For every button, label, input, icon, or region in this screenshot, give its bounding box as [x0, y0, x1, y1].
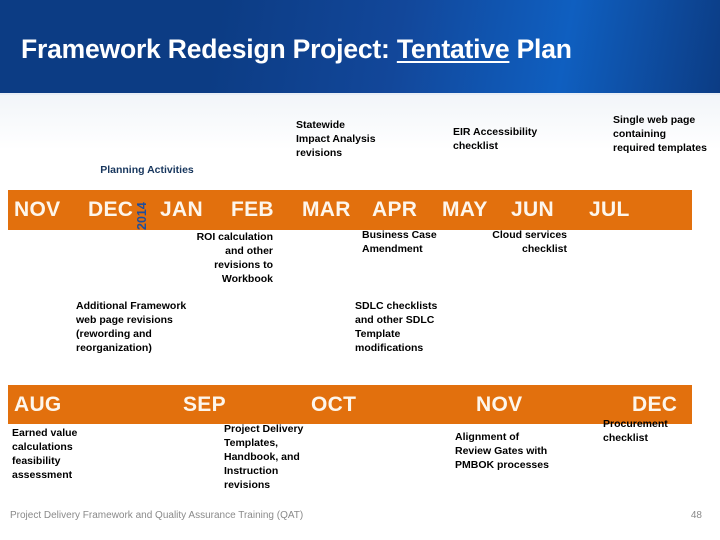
timeline-month-apr[interactable]: APR — [372, 198, 417, 222]
year-marker-2014: 2014 — [135, 202, 149, 230]
timeline-month-jul[interactable]: JUL — [589, 198, 630, 222]
page-title-emphasis: Tentative — [396, 34, 510, 64]
timeline-month-oct[interactable]: OCT — [311, 393, 356, 417]
note-alignment-review-gates-pmbok: Alignment of Review Gates with PMBOK pro… — [455, 431, 549, 471]
timeline-month-jun[interactable]: JUN — [511, 198, 554, 222]
timeline-month-dec[interactable]: DEC — [88, 198, 133, 222]
footer-training-label: Project Delivery Framework and Quality A… — [10, 510, 304, 521]
timeline-month-mar[interactable]: MAR — [302, 198, 351, 222]
timeline-month-sep[interactable]: SEP — [183, 393, 226, 417]
page-title-prefix: Framework Redesign Project: — [21, 34, 397, 64]
slide-canvas: Framework Redesign Project: Tentative Pl… — [0, 0, 720, 540]
note-cloud-services-checklist: Cloud services checklist — [492, 229, 567, 255]
timeline-month-feb[interactable]: FEB — [231, 198, 274, 222]
header-divider — [0, 93, 720, 95]
note-procurement-checklist: Procurement checklist — [603, 418, 668, 444]
timeline-month-nov-2[interactable]: NOV — [476, 393, 522, 417]
timeline-month-nov[interactable]: NOV — [14, 198, 60, 222]
page-title: Framework Redesign Project: Tentative Pl… — [21, 34, 572, 65]
note-sdlc-checklists-templates: SDLC checklists and other SDLC Template … — [355, 300, 438, 354]
note-eir-accessibility-checklist: EIR Accessibility checklist — [453, 126, 538, 152]
note-statewide-impact-analysis: Statewide Impact Analysis revisions — [296, 119, 376, 159]
note-single-web-page-templates: Single web page containing required temp… — [613, 114, 707, 154]
timeline-bar-bottom: AUG SEP OCT NOV DEC — [8, 385, 692, 424]
timeline-month-dec-2[interactable]: DEC — [632, 393, 677, 417]
timeline-month-may[interactable]: MAY — [442, 198, 488, 222]
timeline-month-jan[interactable]: JAN — [160, 198, 203, 222]
note-business-case-amendment: Business Case Amendment — [362, 229, 437, 255]
note-roi-calculation-workbook: ROI calculation and other revisions to W… — [196, 231, 273, 285]
note-additional-framework-web-page-revisions: Additional Framework web page revisions … — [76, 300, 187, 354]
timeline-bar-top: NOV DEC JAN FEB MAR APR MAY JUN JUL — [8, 190, 692, 230]
note-project-delivery-templates: Project Delivery Templates, Handbook, an… — [224, 423, 304, 491]
page-title-suffix: Plan — [509, 34, 572, 64]
slide-page-number: 48 — [690, 510, 702, 521]
label-planning-activities: Planning Activities — [100, 164, 194, 176]
note-earned-value-calculations: Earned value calculations feasibility as… — [12, 427, 78, 481]
timeline-month-aug[interactable]: AUG — [14, 393, 62, 417]
